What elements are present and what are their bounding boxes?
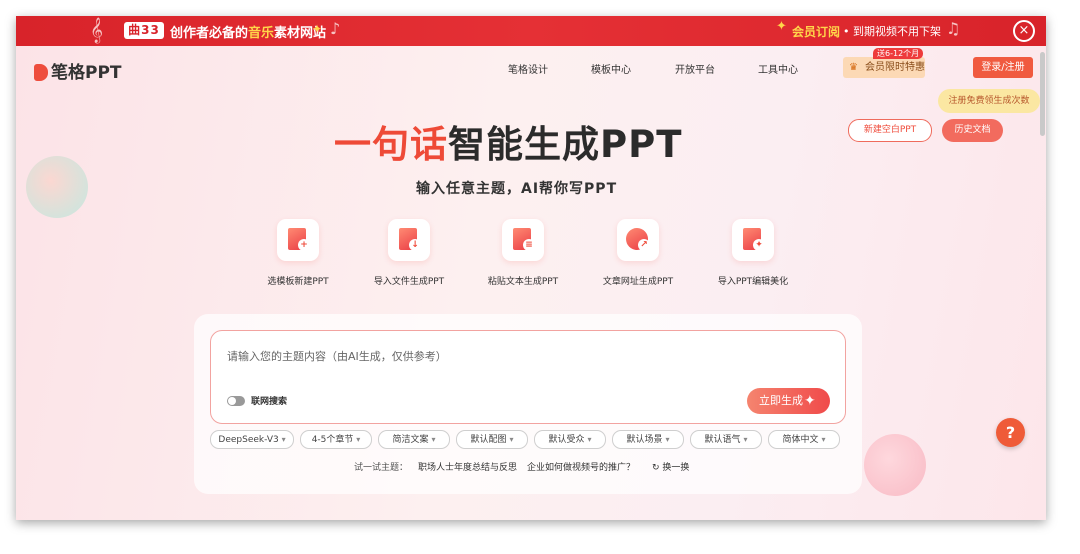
refresh-icon: ↻ (652, 463, 660, 473)
feature-article-url[interactable]: ↗ 文章网址生成PPT (583, 219, 693, 287)
brand-logo[interactable]: 笔格PPT (34, 58, 122, 83)
music-note-icon: ♫ (946, 19, 961, 38)
history-docs-button[interactable]: 历史文档 (942, 119, 1003, 142)
feature-import-ppt[interactable]: ✦ 导入PPT编辑美化 (698, 219, 808, 287)
web-search-toggle[interactable] (227, 396, 245, 406)
language-select[interactable]: 简体中文 ▾ (768, 430, 840, 449)
scrollbar[interactable] (1040, 52, 1045, 136)
generate-button[interactable]: 立即生成 ✦ (747, 388, 830, 414)
promo-tag: 送6-12个月 (873, 48, 924, 59)
crown-icon: ♛ (849, 62, 858, 73)
chapters-select[interactable]: 4-5个章节 ▾ (300, 430, 372, 449)
model-select[interactable]: DeepSeek-V3 ▾ (210, 430, 294, 449)
hero-subtitle: 输入任意主题，AI帮你写PPT (416, 181, 618, 197)
member-offer-button[interactable]: ♛ 会员限时特惠 (843, 57, 925, 78)
brand-b-icon (34, 64, 48, 81)
close-icon[interactable]: × (1013, 20, 1035, 42)
decorative-orb (864, 434, 926, 496)
template-doc-icon: + (277, 219, 319, 261)
import-ppt-icon: ✦ (732, 219, 774, 261)
suggestion-item[interactable]: 职场人士年度总结与反思 (418, 460, 517, 473)
nav-item-tools[interactable]: 工具中心 (758, 61, 798, 76)
nav-item-templates[interactable]: 模板中心 (591, 61, 631, 76)
banner-slogan: 创作者必备的音乐素材网站 (170, 26, 327, 41)
article-url-icon: ↗ (617, 219, 659, 261)
import-file-icon: ↓ (388, 219, 430, 261)
chevron-down-icon: ▾ (431, 435, 436, 444)
topic-input[interactable]: 请输入您的主题内容（由AI生成，仅供参考） 联网搜索 立即生成 ✦ (210, 330, 846, 424)
chevron-down-icon: ▾ (356, 435, 361, 444)
chevron-down-icon: ▾ (281, 435, 286, 444)
top-navigation: 笔格PPT 笔格设计 模板中心 开放平台 工具中心 ♛ 会员限时特惠 送6-12… (16, 46, 1046, 92)
sparkle-icon: ✦ (804, 393, 816, 409)
hero-title: 一句话智能生成PPT (334, 123, 683, 166)
login-register-button[interactable]: 登录/注册 (973, 57, 1033, 78)
banner-member-text: • 到期视频不用下架 (843, 25, 941, 38)
new-blank-ppt-button[interactable]: 新建空白PPT (848, 119, 932, 142)
chevron-down-icon: ▾ (665, 435, 670, 444)
scene-select[interactable]: 默认场景 ▾ (612, 430, 684, 449)
music-clef-icon: 𝄞 (90, 18, 104, 43)
feature-import-file[interactable]: ↓ 导入文件生成PPT (354, 219, 464, 287)
register-tooltip: 注册免费领生成次数 (938, 89, 1040, 113)
sparkle-icon: ✦ (312, 22, 323, 36)
chevron-down-icon: ▾ (587, 435, 592, 444)
chevron-down-icon: ▾ (821, 435, 826, 444)
image-select[interactable]: 默认配图 ▾ (456, 430, 528, 449)
music-note-icon: ♪ (330, 19, 341, 38)
web-search-label: 联网搜索 (251, 397, 288, 407)
refresh-suggestions[interactable]: ↻ 换一换 (652, 460, 689, 473)
chevron-down-icon: ▾ (743, 435, 748, 444)
suggestion-heading: 试一试主题： (354, 463, 409, 473)
topic-input-placeholder: 请输入您的主题内容（由AI生成，仅供参考） (227, 350, 447, 363)
help-button[interactable]: ? (996, 418, 1025, 447)
nav-item-design[interactable]: 笔格设计 (508, 61, 548, 76)
feature-template-new[interactable]: + 选模板新建PPT (243, 219, 353, 287)
browser-window: 𝄞 曲33 创作者必备的音乐素材网站 ✦ ♪ ✦ 会员订阅 • 到期视频不用下架… (16, 16, 1046, 520)
copy-style-select[interactable]: 简洁文案 ▾ (378, 430, 450, 449)
tone-select[interactable]: 默认语气 ▾ (690, 430, 762, 449)
paste-text-icon: ≡ (502, 219, 544, 261)
promo-banner[interactable]: 𝄞 曲33 创作者必备的音乐素材网站 ✦ ♪ ✦ 会员订阅 • 到期视频不用下架… (16, 16, 1046, 46)
audience-select[interactable]: 默认受众 ▾ (534, 430, 606, 449)
feature-paste-text[interactable]: ≡ 粘贴文本生成PPT (468, 219, 578, 287)
decorative-orb (26, 156, 88, 218)
sparkle-icon: ✦ (776, 19, 787, 34)
chevron-down-icon: ▾ (509, 435, 514, 444)
banner-member-subscribe[interactable]: 会员订阅 (792, 23, 840, 40)
suggestion-item[interactable]: 企业如何做视频号的推广？ (527, 460, 635, 473)
qu33-logo: 曲33 (124, 22, 164, 39)
nav-item-open-platform[interactable]: 开放平台 (675, 61, 715, 76)
